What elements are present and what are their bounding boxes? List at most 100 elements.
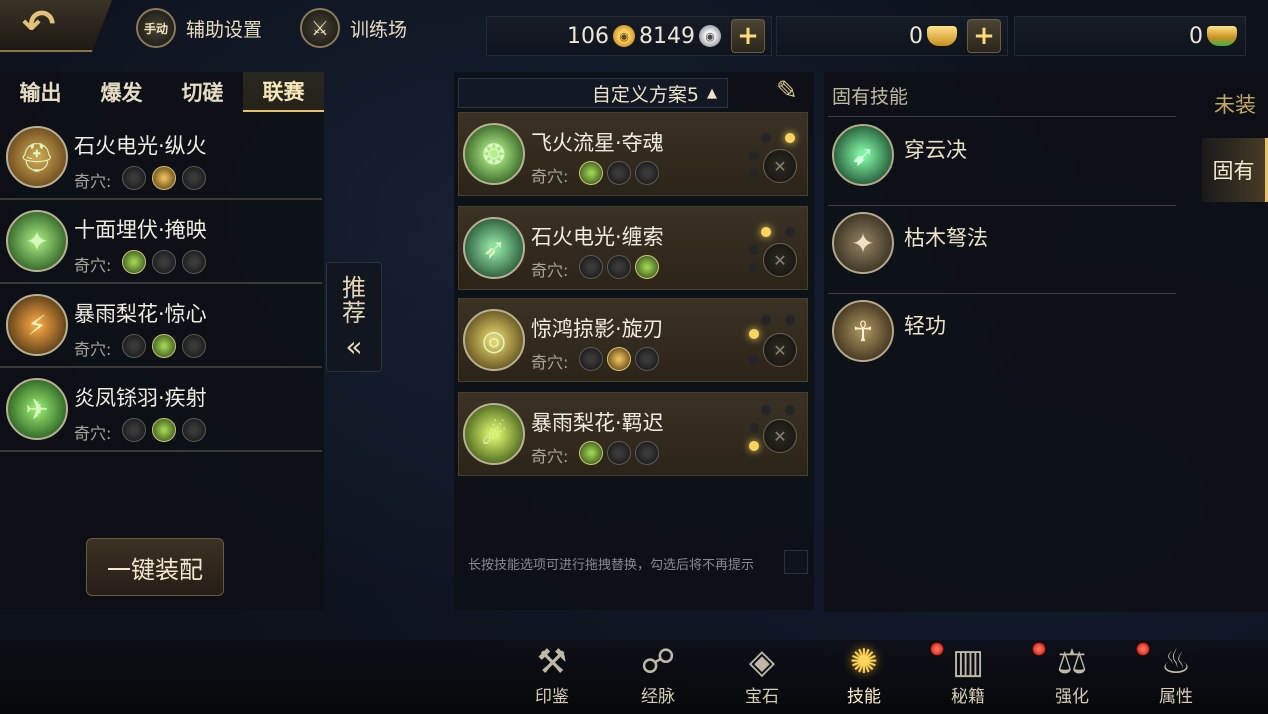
qixue-slot-icon: [635, 347, 659, 371]
back-button[interactable]: ↶: [0, 0, 112, 52]
anvil-icon: ⚖: [1056, 642, 1088, 682]
add-coin-button[interactable]: +: [731, 19, 765, 53]
skill-category-tabs: 输出 爆发 切磋 联赛: [0, 72, 324, 112]
slot-indicator-dot: [749, 169, 759, 179]
nav-label: 经脉: [641, 687, 675, 707]
skill-name: 十面埋伏·掩映: [74, 218, 207, 242]
equipped-skill-card[interactable]: ❂ 飞火流星·夺魂 奇穴: ✕: [458, 112, 808, 196]
nav-label: 属性: [1159, 687, 1193, 707]
innate-skill-icon: ✦: [832, 212, 894, 274]
recommend-label-1: 推: [342, 273, 366, 302]
qixue-slot-icon: [579, 255, 603, 279]
slot-indicator-dot: [785, 227, 795, 237]
recommend-label-2: 荐: [342, 298, 366, 327]
innate-skill-name: 枯木弩法: [904, 226, 988, 250]
add-ingot-button[interactable]: +: [967, 19, 1001, 53]
equipped-skill-card[interactable]: ➶ 石火电光·缠索 奇穴: ✕: [458, 206, 808, 290]
innate-skill-item[interactable]: ✦ 枯木弩法: [828, 206, 1176, 294]
nav-label: 强化: [1055, 687, 1089, 707]
qixue-slot-icon: [122, 418, 146, 442]
notification-dot: [1136, 642, 1150, 656]
weapon-slot-icon: ✕: [763, 149, 797, 183]
gold-amount: 106: [567, 23, 609, 49]
qixue-slot-icon: [607, 161, 631, 185]
nav-meridian[interactable]: ☍ 经脉: [618, 640, 698, 714]
bound-ingot-icon: [1207, 26, 1237, 46]
skill-name: 炎凤铩羽·疾射: [74, 386, 207, 410]
skill-list-item[interactable]: ✦ 十面埋伏·掩映 奇穴:: [0, 200, 322, 284]
side-tab-unequipped[interactable]: 未装: [1202, 72, 1268, 136]
coin-currency-box: 106 ◉ 8149 ◉ +: [486, 16, 772, 56]
slot-indicator-dot: [785, 133, 795, 143]
silver-coin-icon: ◉: [699, 25, 721, 47]
tab-burst[interactable]: 爆发: [81, 72, 162, 112]
training-sword-icon: ⚔: [300, 8, 340, 48]
nav-skill[interactable]: ✺ 技能: [824, 640, 904, 714]
training-ground-link[interactable]: ⚔ 训练场: [300, 8, 407, 48]
qixue-slot-icon: [607, 347, 631, 371]
skill-list-item[interactable]: ⛑ 石火电光·纵火 奇穴:: [0, 116, 322, 200]
qixue-slot-icon: [182, 166, 206, 190]
innate-skills-panel: 固有技能 ➹ 穿云决 ✦ 枯木弩法 ☥ 轻功 未装 固有: [824, 72, 1268, 612]
bound-ingot-amount: 0: [1189, 23, 1203, 49]
innate-skill-icon: ➹: [832, 124, 894, 186]
innate-skill-item[interactable]: ☥ 轻功: [828, 294, 1176, 382]
qixue-label: 奇穴:: [74, 340, 112, 359]
divider: [828, 116, 1176, 117]
skill-icon: ➶: [463, 217, 525, 279]
gold-coin-icon: ◉: [613, 25, 635, 47]
manual-mode-badge[interactable]: 手动: [136, 8, 176, 48]
rename-brush-icon[interactable]: ✎: [776, 76, 798, 106]
qixue-slot-icon: [635, 161, 659, 185]
slot-indicator-dot: [761, 227, 771, 237]
skill-icon: ◎: [463, 309, 525, 371]
qixue-slot-icon: [122, 250, 146, 274]
skill-list-item[interactable]: ✈ 炎凤铩羽·疾射 奇穴:: [0, 368, 322, 452]
caret-up-icon: ▲: [707, 85, 717, 101]
qixue-label: 奇穴:: [74, 172, 112, 191]
qixue-slot-icon: [152, 418, 176, 442]
equipped-skill-card[interactable]: ☄ 暴雨梨花·羁迟 奇穴: ✕: [458, 392, 808, 476]
innate-skill-icon: ☥: [832, 300, 894, 362]
innate-skill-name: 轻功: [904, 314, 946, 338]
side-tab-innate[interactable]: 固有: [1202, 138, 1268, 202]
slot-indicator-dot: [785, 315, 795, 325]
nav-label: 秘籍: [951, 687, 985, 707]
tab-output[interactable]: 输出: [0, 72, 81, 112]
qixue-slot-icon: [607, 441, 631, 465]
qixue-slot-icon: [152, 334, 176, 358]
weapon-slot-icon: ✕: [763, 419, 797, 453]
nav-seal[interactable]: ⚒ 印鉴: [512, 640, 592, 714]
skill-name: 暴雨梨花·惊心: [74, 302, 207, 326]
nav-gem[interactable]: ◈ 宝石: [722, 640, 802, 714]
slot-indicator-dot: [761, 405, 771, 415]
tab-league[interactable]: 联赛: [243, 72, 324, 112]
slot-indicator-dot: [749, 245, 759, 255]
tab-spar[interactable]: 切磋: [162, 72, 243, 112]
qixue-slot-icon: [152, 166, 176, 190]
qixue-slot-icon: [122, 166, 146, 190]
dont-show-again-checkbox[interactable]: [784, 550, 808, 574]
equipped-skill-card[interactable]: ◎ 惊鸿掠影·旋刃 奇穴: ✕: [458, 298, 808, 382]
bound-ingot-currency-box: 0: [1014, 16, 1246, 56]
skill-list-item[interactable]: ⚡ 暴雨梨花·惊心 奇穴:: [0, 284, 322, 368]
slot-indicator-dot: [749, 423, 759, 433]
slot-indicator-dot: [749, 329, 759, 339]
plan-dropdown[interactable]: 自定义方案5 ▲: [458, 78, 728, 108]
innate-skill-item[interactable]: ➹ 穿云决: [828, 118, 1176, 206]
recommend-toggle[interactable]: 推 荐 «: [326, 262, 382, 372]
gold-ingot-icon: [927, 26, 957, 46]
silver-amount: 8149: [639, 23, 695, 49]
notification-dot: [930, 642, 944, 656]
double-chevron-left-icon: «: [345, 329, 363, 363]
drag-hint-text: 长按技能选项可进行拖拽替换，勾选后将不再提示: [468, 558, 755, 573]
seal-icon: ⚒: [536, 642, 568, 682]
one-click-equip-button[interactable]: 一键装配: [86, 538, 224, 596]
nav-label: 宝石: [745, 687, 779, 707]
qixue-slot-icon: [635, 441, 659, 465]
qixue-label: 奇穴:: [74, 424, 112, 443]
assist-settings-link[interactable]: 手动 辅助设置: [136, 8, 262, 48]
slot-indicator-dot: [749, 355, 759, 365]
innate-skills-title: 固有技能: [832, 86, 909, 108]
plan-dropdown-value: 自定义方案5: [591, 83, 699, 106]
